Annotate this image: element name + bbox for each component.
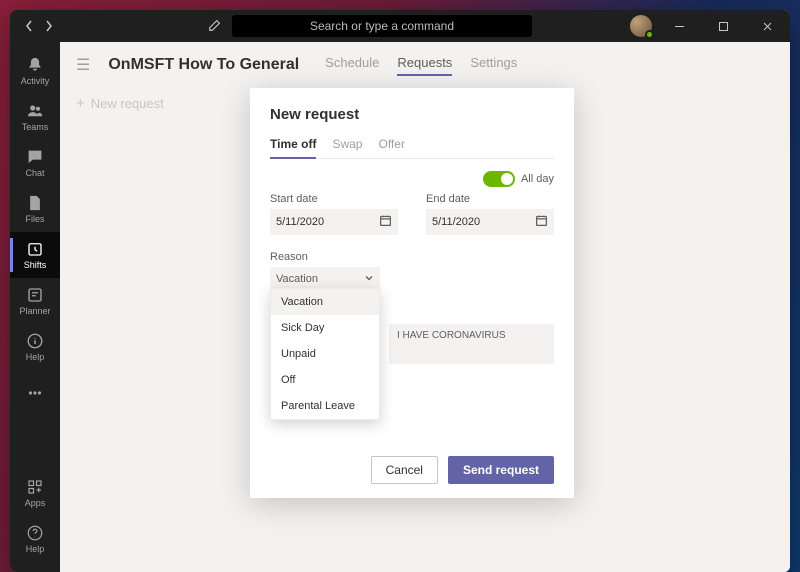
reason-dropdown: Vacation Sick Day Unpaid Off Parental Le… bbox=[270, 288, 380, 420]
page-header: ☰ OnMSFT How To General Schedule Request… bbox=[60, 42, 790, 88]
cancel-button[interactable]: Cancel bbox=[371, 456, 438, 484]
start-date-input[interactable]: 5/11/2020 bbox=[270, 209, 398, 235]
dialog-tab-offer[interactable]: Offer bbox=[378, 137, 404, 158]
search-input[interactable]: Search or type a command bbox=[232, 15, 532, 37]
note-textarea[interactable]: I HAVE CORONAVIRUS bbox=[389, 324, 554, 364]
apps-icon bbox=[26, 478, 44, 496]
window-minimize-button[interactable] bbox=[662, 12, 696, 40]
all-day-toggle[interactable] bbox=[483, 171, 515, 187]
rail-item-shifts[interactable]: Shifts bbox=[10, 232, 60, 278]
teams-icon bbox=[26, 102, 44, 120]
calendar-icon bbox=[535, 214, 548, 230]
window-close-button[interactable] bbox=[750, 12, 784, 40]
all-day-row: All day bbox=[270, 171, 554, 187]
user-avatar[interactable] bbox=[630, 15, 652, 37]
help-icon bbox=[26, 524, 44, 542]
rail-label: Help bbox=[26, 544, 45, 554]
reason-label: Reason bbox=[270, 251, 308, 263]
date-fields: Start date 5/11/2020 End date 5/11/2020 bbox=[270, 193, 554, 235]
rail-item-apps[interactable]: Apps bbox=[10, 470, 60, 516]
all-day-label: All day bbox=[521, 173, 554, 185]
dialog-title: New request bbox=[270, 106, 554, 123]
bell-icon bbox=[26, 56, 44, 74]
files-icon bbox=[26, 194, 44, 212]
dialog-tab-swap[interactable]: Swap bbox=[332, 137, 362, 158]
nav-back-button[interactable] bbox=[24, 19, 34, 33]
rail-item-activity[interactable]: Activity bbox=[10, 48, 60, 94]
reason-option-unpaid[interactable]: Unpaid bbox=[271, 341, 379, 367]
end-date-input[interactable]: 5/11/2020 bbox=[426, 209, 554, 235]
rail-label: Files bbox=[25, 214, 44, 224]
start-date-field: Start date 5/11/2020 bbox=[270, 193, 398, 235]
rail-item-more[interactable] bbox=[10, 370, 60, 416]
start-date-value: 5/11/2020 bbox=[276, 216, 324, 228]
planner-icon bbox=[26, 286, 44, 304]
rail-label: Teams bbox=[22, 122, 49, 132]
rail-label: Shifts bbox=[24, 260, 47, 270]
nav-forward-button[interactable] bbox=[44, 19, 54, 33]
page-tabs: Schedule Requests Settings bbox=[325, 55, 517, 76]
tab-requests[interactable]: Requests bbox=[397, 55, 452, 76]
note-value: I HAVE CORONAVIRUS bbox=[397, 330, 506, 341]
end-date-value: 5/11/2020 bbox=[432, 216, 480, 228]
reason-option-parental-leave[interactable]: Parental Leave bbox=[271, 393, 379, 419]
titlebar-right bbox=[630, 12, 784, 40]
hamburger-icon[interactable]: ☰ bbox=[76, 55, 90, 75]
app-window: Search or type a command Activity bbox=[10, 10, 790, 572]
reason-field: Reason Vacation bbox=[270, 249, 380, 291]
rail-item-help[interactable]: Help bbox=[10, 324, 60, 370]
dialog-tabs: Time off Swap Offer bbox=[270, 137, 554, 159]
rail-label: Help bbox=[26, 352, 45, 362]
tab-schedule[interactable]: Schedule bbox=[325, 55, 379, 76]
calendar-icon bbox=[379, 214, 392, 230]
rail-item-files[interactable]: Files bbox=[10, 186, 60, 232]
rail-item-planner[interactable]: Planner bbox=[10, 278, 60, 324]
dialog-buttons: Cancel Send request bbox=[371, 456, 554, 484]
title-bar: Search or type a command bbox=[10, 10, 790, 42]
info-icon bbox=[26, 332, 44, 350]
search-placeholder: Search or type a command bbox=[310, 19, 454, 33]
presence-indicator bbox=[645, 30, 654, 39]
reason-option-off[interactable]: Off bbox=[271, 367, 379, 393]
window-maximize-button[interactable] bbox=[706, 12, 740, 40]
rail-label: Planner bbox=[19, 306, 50, 316]
chat-icon bbox=[26, 148, 44, 166]
compose-icon[interactable] bbox=[208, 18, 222, 35]
rail-label: Activity bbox=[21, 76, 50, 86]
team-title: OnMSFT How To General bbox=[108, 56, 299, 74]
main-content: ☰ OnMSFT How To General Schedule Request… bbox=[60, 42, 790, 572]
rail-item-chat[interactable]: Chat bbox=[10, 140, 60, 186]
end-date-field: End date 5/11/2020 bbox=[426, 193, 554, 235]
reason-option-vacation[interactable]: Vacation bbox=[271, 289, 379, 315]
rail-label: Apps bbox=[25, 498, 46, 508]
chevron-down-icon bbox=[364, 273, 374, 286]
new-request-dialog: New request Time off Swap Offer All day … bbox=[250, 88, 574, 498]
new-request-link[interactable]: New request bbox=[91, 96, 164, 111]
rail-label: Chat bbox=[25, 168, 44, 178]
dialog-tab-timeoff[interactable]: Time off bbox=[270, 137, 316, 159]
shifts-icon bbox=[26, 240, 44, 258]
more-icon bbox=[26, 384, 44, 402]
rail-item-teams[interactable]: Teams bbox=[10, 94, 60, 140]
reason-value: Vacation bbox=[276, 273, 318, 285]
rail-item-help-bottom[interactable]: Help bbox=[10, 516, 60, 562]
reason-option-sick-day[interactable]: Sick Day bbox=[271, 315, 379, 341]
window-body: Activity Teams Chat Files bbox=[10, 42, 790, 572]
start-date-label: Start date bbox=[270, 193, 398, 205]
send-request-button[interactable]: Send request bbox=[448, 456, 554, 484]
end-date-label: End date bbox=[426, 193, 554, 205]
app-rail: Activity Teams Chat Files bbox=[10, 42, 60, 572]
tab-settings[interactable]: Settings bbox=[470, 55, 517, 76]
nav-arrows bbox=[10, 19, 68, 33]
plus-icon[interactable]: + bbox=[76, 95, 85, 112]
